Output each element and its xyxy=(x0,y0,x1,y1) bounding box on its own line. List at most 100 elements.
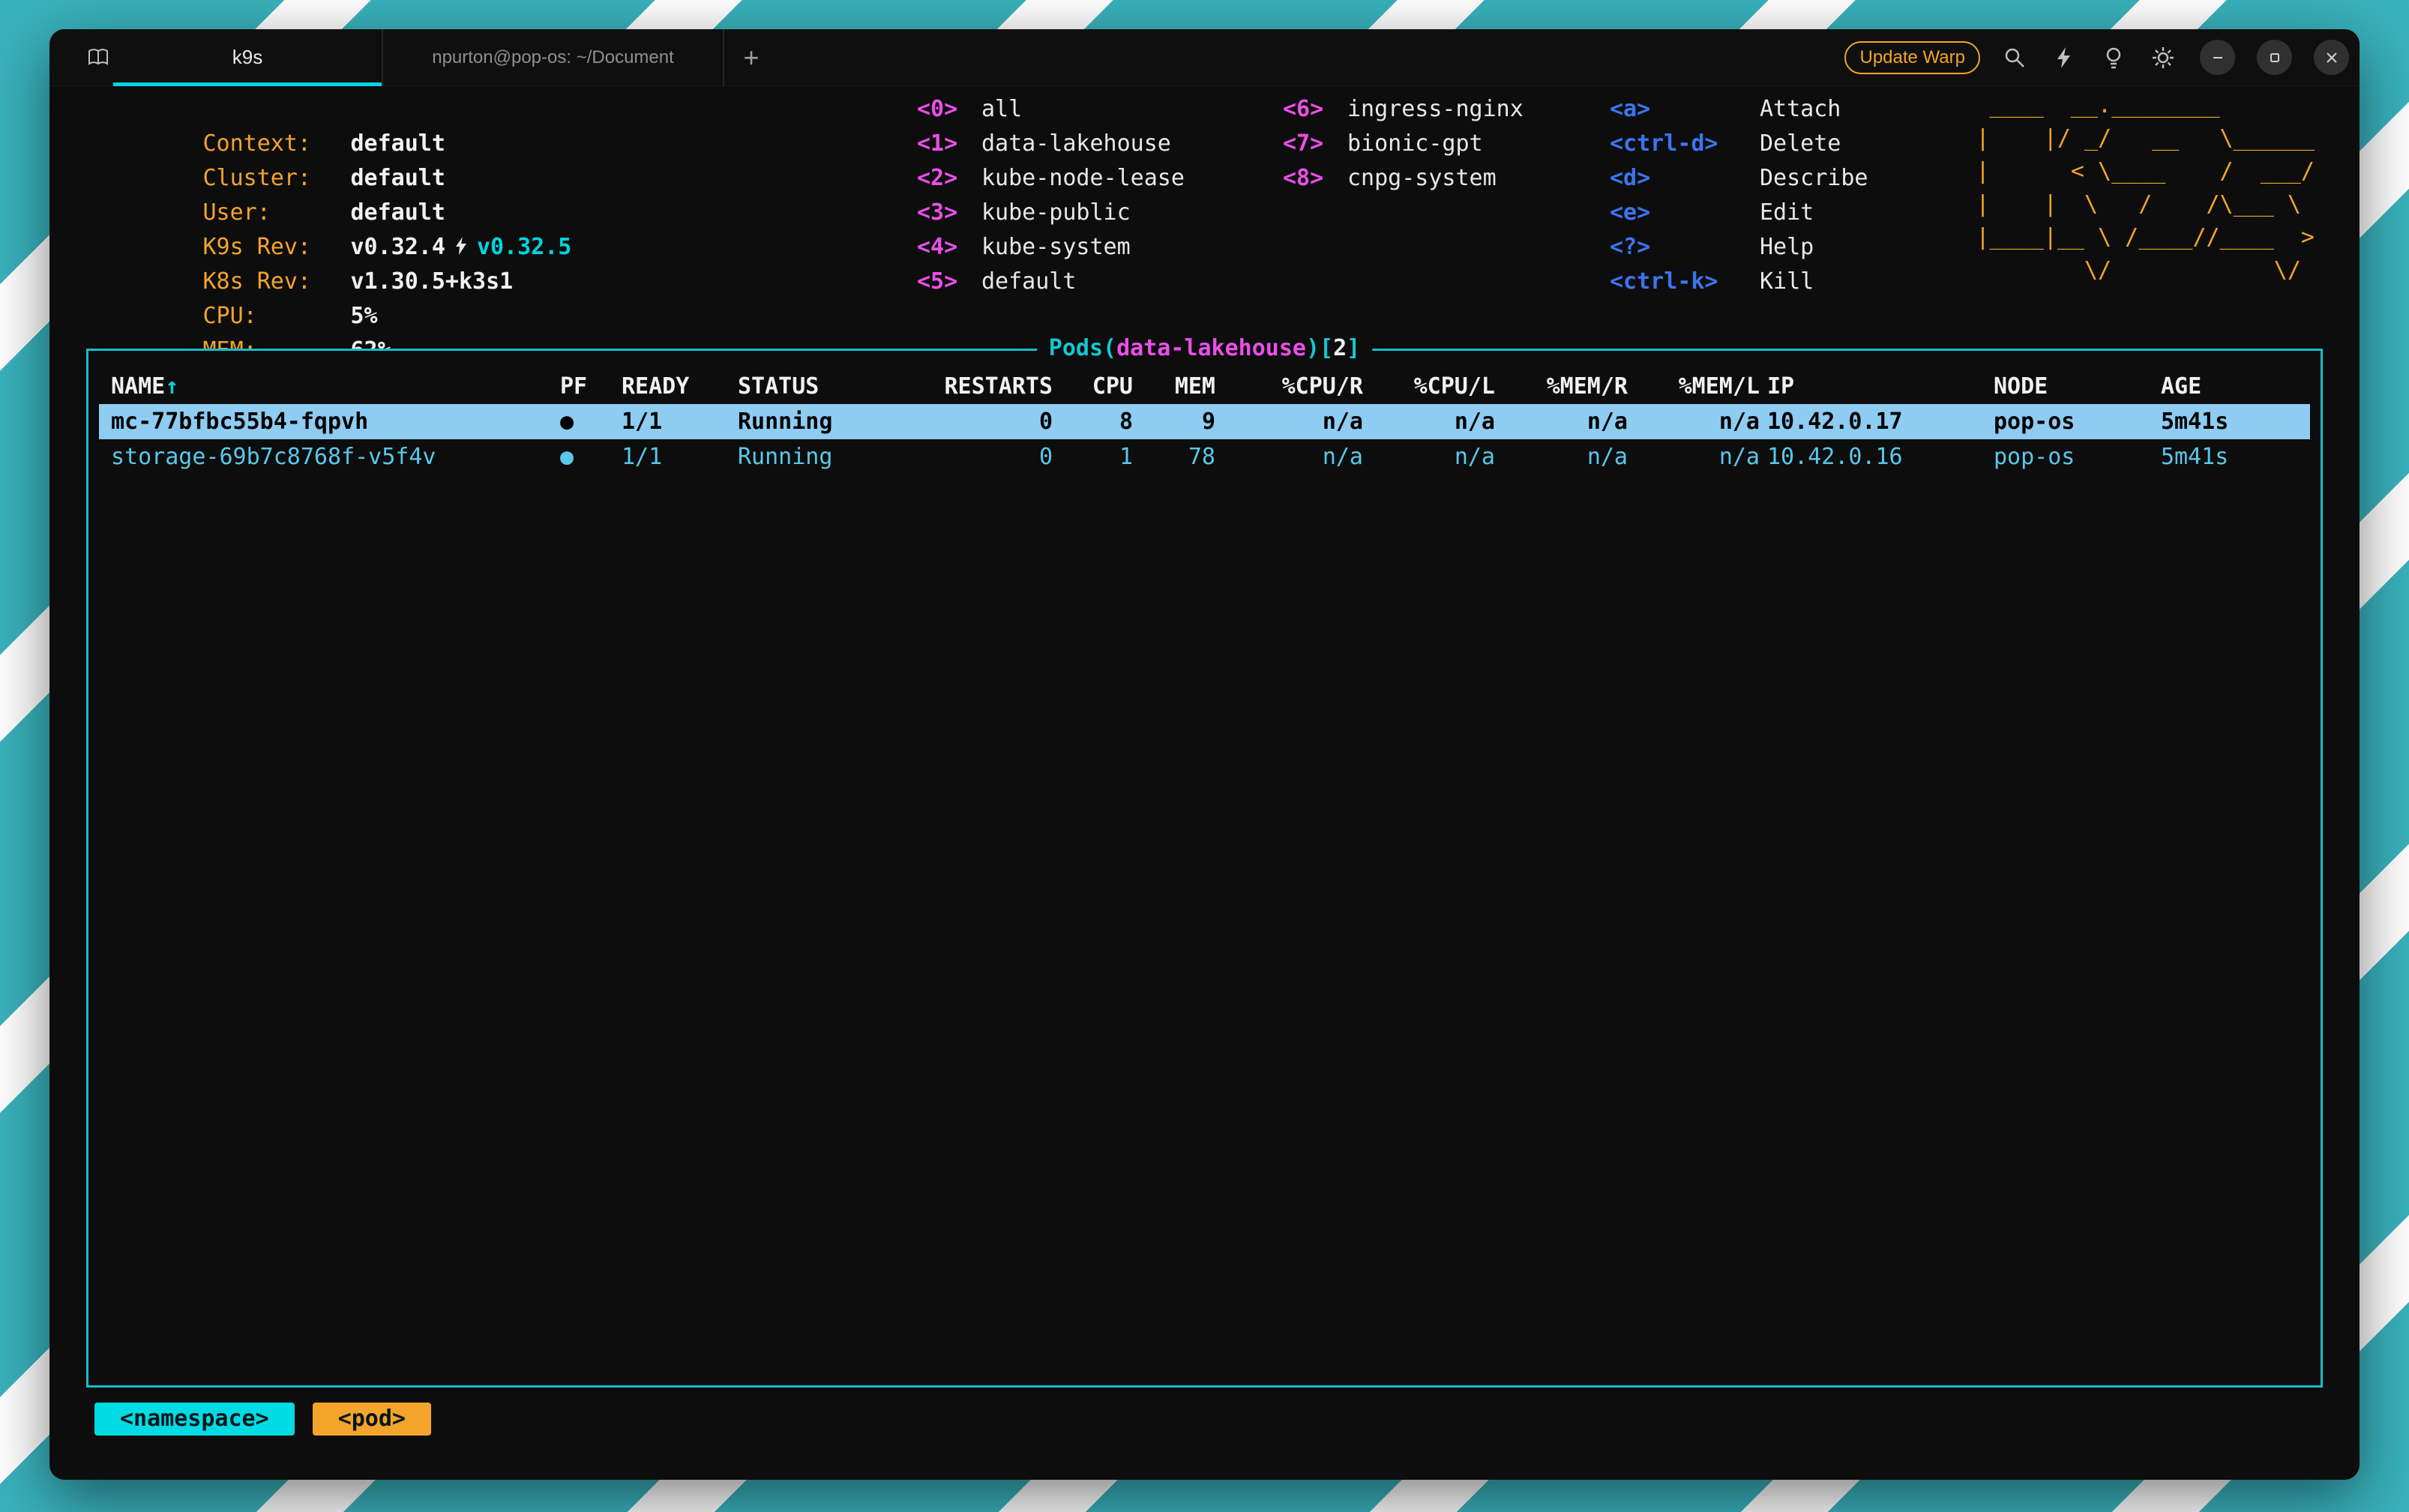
ns-hotkey: <7> xyxy=(1283,127,1347,161)
tab-k9s[interactable]: k9s xyxy=(113,29,382,86)
col-header-ready[interactable]: READY xyxy=(622,369,738,404)
pods-panel: Pods(data-lakehouse)[2] NAME↑ PF READY S… xyxy=(86,349,2323,1388)
col-header-status[interactable]: STATUS xyxy=(738,369,903,404)
ns-shortcut: <5>default xyxy=(917,265,1283,299)
col-header-cpu-r[interactable]: %CPU/R xyxy=(1215,369,1363,404)
ns-shortcut: <8>cnpg-system xyxy=(1283,161,1610,196)
bookshelf-icon[interactable] xyxy=(83,43,113,73)
col-header-restarts[interactable]: RESTARTS xyxy=(903,369,1053,404)
new-tab-button[interactable]: + xyxy=(736,44,766,71)
cell-node: pop-os xyxy=(1994,404,2161,439)
bolt-icon[interactable] xyxy=(2049,43,2079,73)
ns-shortcut: <7>bionic-gpt xyxy=(1283,127,1610,161)
col-header-mem-l[interactable]: %MEM/L xyxy=(1628,369,1760,404)
pods-title-bracket: )[ xyxy=(1306,335,1333,361)
search-icon[interactable] xyxy=(2000,43,2030,73)
cell-node: pop-os xyxy=(1994,439,2161,475)
cell-age: 5m41s xyxy=(2161,404,2303,439)
ns-label: bionic-gpt xyxy=(1347,130,1483,157)
ns-shortcut: <2>kube-node-lease xyxy=(917,161,1283,196)
ns-hotkey: <6> xyxy=(1283,92,1347,127)
k9s-rev-label: K9s Rev: xyxy=(203,230,351,265)
ns-shortcut: <3>kube-public xyxy=(917,196,1283,230)
cell-mem: 9 xyxy=(1133,404,1215,439)
ns-label: kube-node-lease xyxy=(981,165,1185,191)
cell-ip: 10.42.0.16 xyxy=(1760,439,1994,475)
cell-restarts: 0 xyxy=(903,439,1053,475)
cell-status: Running xyxy=(738,439,903,475)
col-header-cpu-l[interactable]: %CPU/L xyxy=(1363,369,1495,404)
cmd-shortcut: <e>Edit xyxy=(1610,196,1910,230)
table-row[interactable]: storage-69b7c8768f-v5f4v ● 1/1 Running 0… xyxy=(99,439,2310,475)
ns-label: kube-system xyxy=(981,234,1131,260)
cmd-label: Delete xyxy=(1760,130,1841,157)
tab-k9s-label: k9s xyxy=(232,46,262,69)
sort-arrow-icon: ↑ xyxy=(165,373,178,400)
cmd-hotkey: <ctrl-d> xyxy=(1610,127,1760,161)
tab-terminal-label: npurton@pop-os: ~/Document xyxy=(432,47,674,68)
command-shortcuts: <a>Attach <ctrl-d>Delete <d>Describe <e>… xyxy=(1610,92,1910,334)
cell-cpu-l: n/a xyxy=(1363,439,1495,475)
cell-name: storage-69b7c8768f-v5f4v xyxy=(111,439,560,475)
tab-terminal[interactable]: npurton@pop-os: ~/Document xyxy=(382,29,724,86)
ns-hotkey: <8> xyxy=(1283,161,1347,196)
cmd-shortcut: <ctrl-k>Kill xyxy=(1610,265,1910,299)
k8s-rev-value: v1.30.5+k3s1 xyxy=(351,268,514,295)
context-value: default xyxy=(351,130,445,157)
minimize-button[interactable] xyxy=(2200,40,2235,75)
cell-mem-l: n/a xyxy=(1628,404,1760,439)
k9s-rev-upgrade: v0.32.5 xyxy=(477,234,571,260)
ns-hotkey: <1> xyxy=(917,127,981,161)
maximize-button[interactable] xyxy=(2257,40,2292,75)
cell-pf-dot: ● xyxy=(560,439,622,475)
cmd-hotkey: <e> xyxy=(1610,196,1760,230)
col-header-node[interactable]: NODE xyxy=(1994,369,2161,404)
pod-crumb: <pod> xyxy=(313,1403,431,1436)
namespace-shortcuts-1: <0>all <1>data-lakehouse <2>kube-node-le… xyxy=(917,92,1283,334)
col-header-age[interactable]: AGE xyxy=(2161,369,2303,404)
lightbulb-icon[interactable] xyxy=(2099,43,2129,73)
col-header-cpu[interactable]: CPU xyxy=(1053,369,1133,404)
cell-cpu-l: n/a xyxy=(1363,404,1495,439)
cluster-info: Context:default Cluster:default User:def… xyxy=(94,92,917,334)
cmd-shortcut: <d>Describe xyxy=(1610,161,1910,196)
ns-shortcut: <0>all xyxy=(917,92,1283,127)
context-label: Context: xyxy=(203,127,351,161)
pods-title: Pods(data-lakehouse)[2] xyxy=(1037,331,1372,366)
cell-age: 5m41s xyxy=(2161,439,2303,475)
breadcrumb: <namespace> <pod> xyxy=(94,1403,431,1436)
cmd-shortcut: <ctrl-d>Delete xyxy=(1610,127,1910,161)
ns-hotkey: <4> xyxy=(917,230,981,265)
update-warp-button[interactable]: Update Warp xyxy=(1844,41,1980,74)
cpu-label: CPU: xyxy=(203,299,351,334)
cell-restarts: 0 xyxy=(903,404,1053,439)
cell-cpu: 8 xyxy=(1053,404,1133,439)
pods-title-resource: Pods( xyxy=(1049,335,1116,361)
k9s-ascii-logo: ____ __.________ | |/ _/ __ \______ | < … xyxy=(1976,89,2315,334)
col-header-mem-r[interactable]: %MEM/R xyxy=(1495,369,1628,404)
cell-pf-dot: ● xyxy=(560,404,622,439)
ns-hotkey: <0> xyxy=(917,92,981,127)
col-header-mem[interactable]: MEM xyxy=(1133,369,1215,404)
k8s-rev-label: K8s Rev: xyxy=(203,265,351,299)
cell-ready: 1/1 xyxy=(622,404,738,439)
table-row-selected[interactable]: mc-77bfbc55b4-fqpvh ● 1/1 Running 0 8 9 … xyxy=(99,404,2310,439)
col-header-ip[interactable]: IP xyxy=(1760,369,1994,404)
ns-label: cnpg-system xyxy=(1347,165,1497,191)
cmd-hotkey: <a> xyxy=(1610,92,1760,127)
col-header-name[interactable]: NAME↑ xyxy=(111,369,560,404)
cell-name: mc-77bfbc55b4-fqpvh xyxy=(111,404,560,439)
col-header-pf[interactable]: PF xyxy=(560,369,622,404)
ns-label: all xyxy=(981,96,1022,122)
cmd-label: Attach xyxy=(1760,96,1841,122)
pods-title-bracket-end: ] xyxy=(1347,335,1360,361)
close-button[interactable] xyxy=(2314,40,2349,75)
namespace-shortcuts-2: <6>ingress-nginx <7>bionic-gpt <8>cnpg-s… xyxy=(1283,92,1610,334)
lightning-icon xyxy=(454,236,468,256)
ns-label: default xyxy=(981,268,1076,295)
ns-label: kube-public xyxy=(981,199,1131,226)
gear-icon[interactable] xyxy=(2148,43,2178,73)
pods-title-count: 2 xyxy=(1333,335,1347,361)
cluster-value: default xyxy=(351,165,445,191)
ns-shortcut: <1>data-lakehouse xyxy=(917,127,1283,161)
